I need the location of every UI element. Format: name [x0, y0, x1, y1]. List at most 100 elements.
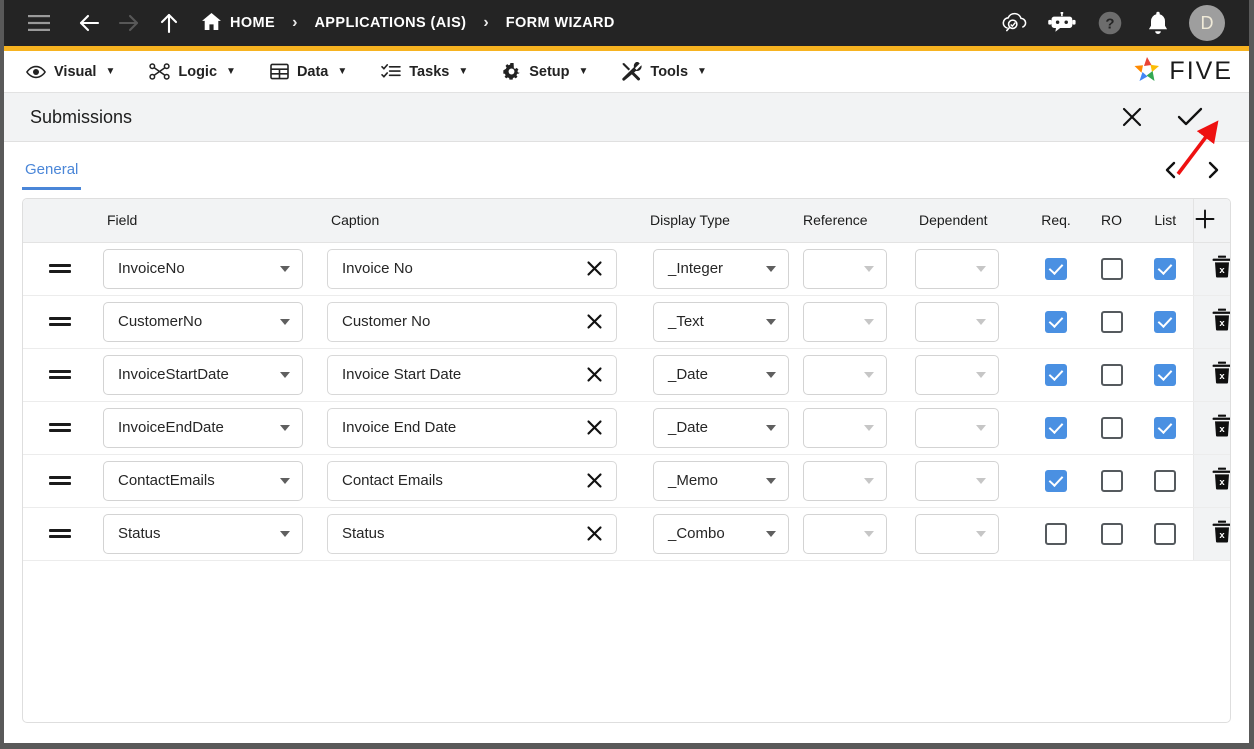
list-checkbox[interactable] [1154, 417, 1176, 439]
trash-delete-icon[interactable]: x [1211, 520, 1231, 543]
save-check-icon[interactable] [1175, 102, 1205, 132]
dependent-select[interactable] [915, 461, 999, 501]
trash-delete-icon[interactable]: x [1211, 255, 1231, 278]
field-select[interactable]: CustomerNo [103, 302, 303, 342]
caption-input[interactable]: Customer No [327, 302, 617, 342]
drag-handle-icon[interactable] [49, 317, 71, 325]
caption-input[interactable]: Invoice Start Date [327, 355, 617, 395]
breadcrumb-item-form-wizard[interactable]: FORM WIZARD [506, 15, 615, 31]
field-select[interactable]: ContactEmails [103, 461, 303, 501]
dependent-select[interactable] [915, 355, 999, 395]
caption-input[interactable]: Contact Emails [327, 461, 617, 501]
trash-delete-icon[interactable]: x [1211, 414, 1231, 437]
hamburger-menu-icon[interactable] [22, 6, 56, 40]
caption-input[interactable]: Status [327, 514, 617, 554]
field-select[interactable]: InvoiceStartDate [103, 355, 303, 395]
display-type-select[interactable]: _Text [653, 302, 789, 342]
caption-input[interactable]: Invoice End Date [327, 408, 617, 448]
required-checkbox[interactable] [1045, 470, 1067, 492]
drag-handle-icon[interactable] [49, 529, 71, 537]
close-icon[interactable] [1117, 102, 1147, 132]
dependent-select[interactable] [915, 408, 999, 448]
reference-select[interactable] [803, 461, 887, 501]
row-delete-cell[interactable]: x [1193, 348, 1231, 401]
drag-handle-icon[interactable] [49, 264, 71, 272]
list-checkbox[interactable] [1154, 258, 1176, 280]
readonly-checkbox[interactable] [1101, 364, 1123, 386]
display-type-select[interactable]: _Date [653, 408, 789, 448]
readonly-checkbox[interactable] [1101, 470, 1123, 492]
row-delete-cell[interactable]: x [1193, 295, 1231, 348]
drag-handle-icon[interactable] [49, 423, 71, 431]
reference-select[interactable] [803, 249, 887, 289]
list-checkbox[interactable] [1154, 523, 1176, 545]
row-delete-cell[interactable]: x [1193, 454, 1231, 507]
drag-handle-icon[interactable] [49, 476, 71, 484]
menu-tools[interactable]: Tools ▼ [622, 62, 707, 81]
menu-logic[interactable]: Logic ▼ [149, 63, 236, 80]
menu-tools-label: Tools [650, 64, 688, 80]
menu-data[interactable]: Data ▼ [270, 63, 347, 80]
required-checkbox[interactable] [1045, 417, 1067, 439]
readonly-checkbox[interactable] [1101, 258, 1123, 280]
help-icon[interactable]: ? [1093, 6, 1127, 40]
reference-select[interactable] [803, 408, 887, 448]
col-add[interactable] [1193, 199, 1231, 242]
display-type-select[interactable]: _Combo [653, 514, 789, 554]
readonly-checkbox[interactable] [1101, 523, 1123, 545]
back-button[interactable] [72, 6, 106, 40]
reference-select[interactable] [803, 514, 887, 554]
table-row: CustomerNo Customer No _Text x [23, 295, 1231, 348]
clear-icon[interactable] [584, 418, 604, 438]
tab-general[interactable]: General [22, 161, 81, 190]
field-select[interactable]: InvoiceEndDate [103, 408, 303, 448]
dependent-select[interactable] [915, 514, 999, 554]
readonly-checkbox[interactable] [1101, 417, 1123, 439]
reference-select[interactable] [803, 355, 887, 395]
display-type-select[interactable]: _Integer [653, 249, 789, 289]
required-checkbox[interactable] [1045, 311, 1067, 333]
row-delete-cell[interactable]: x [1193, 401, 1231, 454]
up-level-button[interactable] [152, 6, 186, 40]
breadcrumb-item-home[interactable]: HOME [202, 13, 275, 34]
breadcrumb-item-applications[interactable]: APPLICATIONS (AIS) [314, 15, 466, 31]
clear-icon[interactable] [584, 471, 604, 491]
required-checkbox[interactable] [1045, 258, 1067, 280]
dependent-select[interactable] [915, 302, 999, 342]
notifications-bell-icon[interactable] [1141, 6, 1175, 40]
cloud-search-icon[interactable] [997, 6, 1031, 40]
chevron-right-icon[interactable] [1199, 156, 1227, 184]
trash-delete-icon[interactable]: x [1211, 308, 1231, 331]
chevron-left-icon[interactable] [1157, 156, 1185, 184]
forward-button[interactable] [112, 6, 146, 40]
required-checkbox[interactable] [1045, 523, 1067, 545]
row-delete-cell[interactable]: x [1193, 507, 1231, 560]
clear-icon[interactable] [584, 524, 604, 544]
display-type-select[interactable]: _Date [653, 355, 789, 395]
trash-delete-icon[interactable]: x [1211, 361, 1231, 384]
field-select[interactable]: Status [103, 514, 303, 554]
clear-icon[interactable] [584, 312, 604, 332]
clear-icon[interactable] [584, 365, 604, 385]
list-checkbox[interactable] [1154, 311, 1176, 333]
menu-setup[interactable]: Setup ▼ [502, 62, 588, 81]
list-checkbox[interactable] [1154, 470, 1176, 492]
trash-delete-icon[interactable]: x [1211, 467, 1231, 490]
row-list-cell [1138, 242, 1193, 295]
readonly-checkbox[interactable] [1101, 311, 1123, 333]
reference-select[interactable] [803, 302, 887, 342]
field-select[interactable]: InvoiceNo [103, 249, 303, 289]
avatar[interactable]: D [1189, 5, 1225, 41]
list-checkbox[interactable] [1154, 364, 1176, 386]
menu-visual[interactable]: Visual ▼ [26, 64, 115, 80]
required-checkbox[interactable] [1045, 364, 1067, 386]
chatbot-icon[interactable] [1045, 6, 1079, 40]
row-delete-cell[interactable]: x [1193, 242, 1231, 295]
display-type-select[interactable]: _Memo [653, 461, 789, 501]
caption-input[interactable]: Invoice No [327, 249, 617, 289]
drag-handle-icon[interactable] [49, 370, 71, 378]
dependent-select[interactable] [915, 249, 999, 289]
menu-tasks[interactable]: Tasks ▼ [381, 63, 468, 80]
clear-icon[interactable] [584, 259, 604, 279]
add-row-icon[interactable] [1194, 217, 1216, 233]
